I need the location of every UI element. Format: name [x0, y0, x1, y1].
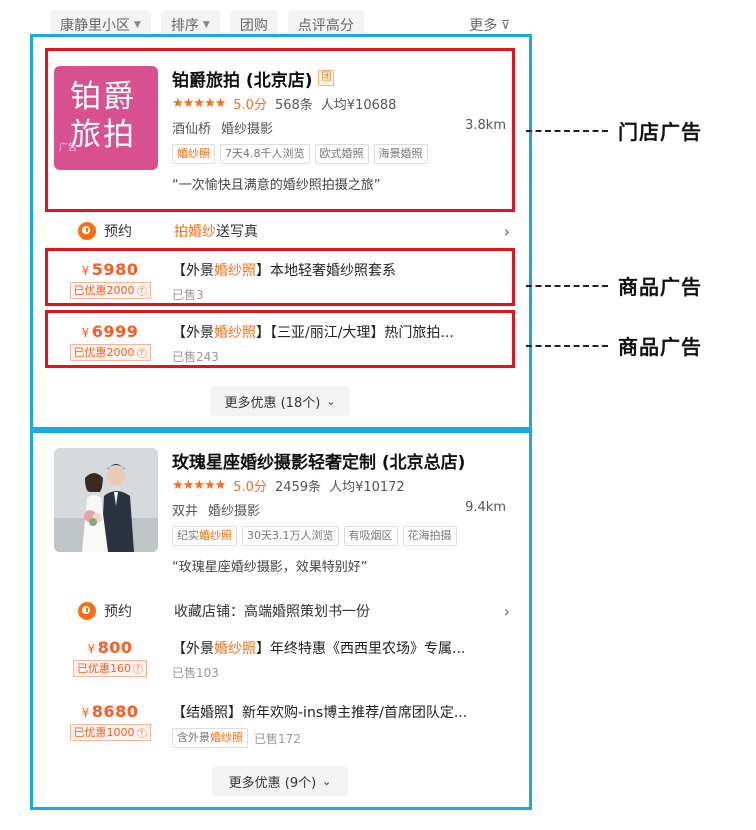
product-ad-highlight [45, 248, 515, 306]
shop-area: 双井 [172, 504, 199, 519]
product-ad-highlight [45, 310, 515, 368]
product-row[interactable]: ¥8680 已优惠1000? 【结婚照】新年欢购-ins博主推荐/首席团队定..… [60, 702, 500, 752]
booking-row[interactable]: 预约 拍婚纱送写真 › [78, 220, 510, 242]
tag: 花海拍摄 [402, 526, 457, 546]
review-count: 2459条 [274, 479, 322, 495]
shop-ad-highlight [45, 48, 515, 212]
rating-stars: ★★★★★ [172, 477, 226, 493]
product-title: 【外景婚纱照】年终特惠《西西里农场》专属... [172, 641, 466, 657]
discount-badge: 已优惠1000? [69, 724, 151, 741]
info-icon: ? [136, 728, 147, 738]
product-price: ¥8680 [81, 702, 139, 721]
review-quote: “玫瑰星座婚纱摄影，效果特别好” [172, 560, 368, 575]
chevron-down-icon: ⌄ [326, 394, 336, 408]
caret-down-icon: ▼ [202, 20, 210, 30]
chevron-right-icon: › [503, 601, 510, 621]
product-ad-callout: 商品广告 [526, 331, 702, 360]
more-deals-button[interactable]: 更多优惠 (18个) ⌄ [210, 386, 350, 416]
tag: 有吸烟区 [343, 526, 398, 546]
info-icon: ? [133, 664, 143, 674]
shop-2-header[interactable]: 玫瑰星座婚纱摄影轻奢定制 (北京总店) ★★★★★ 5.0分 2459条 人均¥… [54, 448, 514, 588]
tag: 30天3.1万人浏览 [242, 526, 339, 546]
sold-count: 已售103 [172, 666, 219, 680]
caret-down-icon: ▼ [134, 20, 141, 30]
shop-name[interactable]: 玫瑰星座婚纱摄影轻奢定制 (北京总店) [172, 448, 465, 473]
sold-count: 已售172 [254, 731, 301, 746]
clock-icon [78, 222, 96, 240]
shop-info: 玫瑰星座婚纱摄影轻奢定制 (北京总店) ★★★★★ 5.0分 2459条 人均¥… [172, 448, 506, 575]
shop-distance: 9.4km [465, 500, 506, 515]
rating-score: 5.0分 [233, 479, 267, 495]
chevron-right-icon: › [503, 221, 510, 241]
more-deals-button[interactable]: 更多优惠 (9个) ⌄ [212, 766, 348, 796]
shop-ad-callout: 门店广告 [526, 116, 702, 145]
average-price: 人均¥10172 [329, 479, 405, 495]
product-title: 【结婚照】新年欢购-ins博主推荐/首席团队定... [172, 705, 468, 721]
chevron-down-icon: ⌄ [322, 774, 332, 788]
shop-category: 婚纱摄影 [208, 504, 261, 519]
discount-badge: 已优惠160? [73, 660, 147, 677]
shop-photo[interactable] [54, 448, 158, 552]
product-ad-callout: 商品广告 [526, 271, 702, 300]
clock-icon [78, 602, 96, 620]
wedding-couple-image [54, 448, 158, 552]
tag: 纪实婚纱照 [172, 526, 237, 546]
shop-tags: 纪实婚纱照 30天3.1万人浏览 有吸烟区 花海拍摄 [172, 526, 506, 546]
booking-row[interactable]: 预约 收藏店铺：高端婚照策划书一份 › [78, 600, 510, 622]
product-price: ¥800 [87, 638, 133, 657]
product-row[interactable]: ¥800 已优惠160? 【外景婚纱照】年终特惠《西西里农场》专属... 已售1… [60, 638, 500, 688]
filter-icon: ⊽ [501, 18, 510, 32]
tag: 含外景婚纱照 [172, 728, 248, 748]
